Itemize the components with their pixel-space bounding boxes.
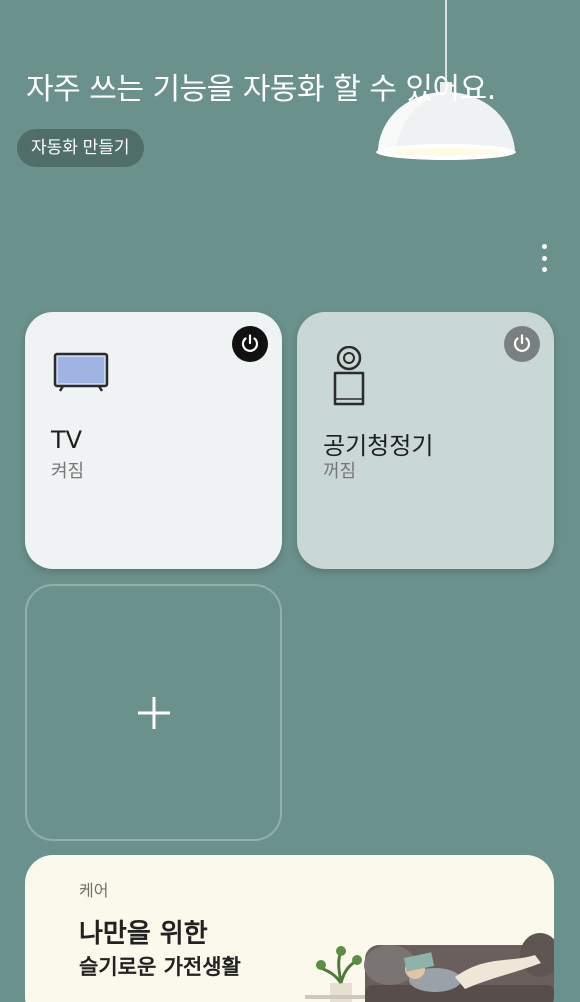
device-name-air-purifier: 공기청정기: [323, 432, 434, 460]
power-button-air-purifier[interactable]: [504, 326, 540, 362]
care-banner[interactable]: 케어 나만을 위한 슬기로운 가전생활: [25, 855, 554, 1002]
power-button-tv[interactable]: [232, 326, 268, 362]
tv-icon: [53, 352, 109, 392]
add-device-card[interactable]: [25, 584, 282, 841]
home-screen: 자주 쓰는 기능을 자동화 할 수 있어요. 자동화 만들기 TV 켜짐 공기청…: [0, 0, 580, 1002]
air-purifier-icon: [333, 346, 365, 406]
device-name-tv: TV: [51, 426, 83, 454]
power-icon: [513, 334, 531, 352]
care-title: 나만을 위한: [79, 919, 208, 949]
more-options-icon[interactable]: [532, 240, 556, 276]
relaxing-person-illustration: [305, 933, 554, 1002]
create-automation-button[interactable]: 자동화 만들기: [17, 129, 144, 167]
device-card-tv[interactable]: TV 켜짐: [25, 312, 282, 569]
care-label: 케어: [79, 881, 109, 900]
device-card-air-purifier[interactable]: 공기청정기 꺼짐: [297, 312, 554, 569]
device-status-air-purifier: 꺼짐: [323, 461, 357, 482]
power-icon: [241, 334, 259, 352]
plus-icon: [137, 696, 170, 729]
care-subtitle: 슬기로운 가전생활: [79, 955, 241, 979]
page-headline: 자주 쓰는 기능을 자동화 할 수 있어요.: [26, 72, 496, 107]
device-status-tv: 켜짐: [51, 461, 85, 482]
